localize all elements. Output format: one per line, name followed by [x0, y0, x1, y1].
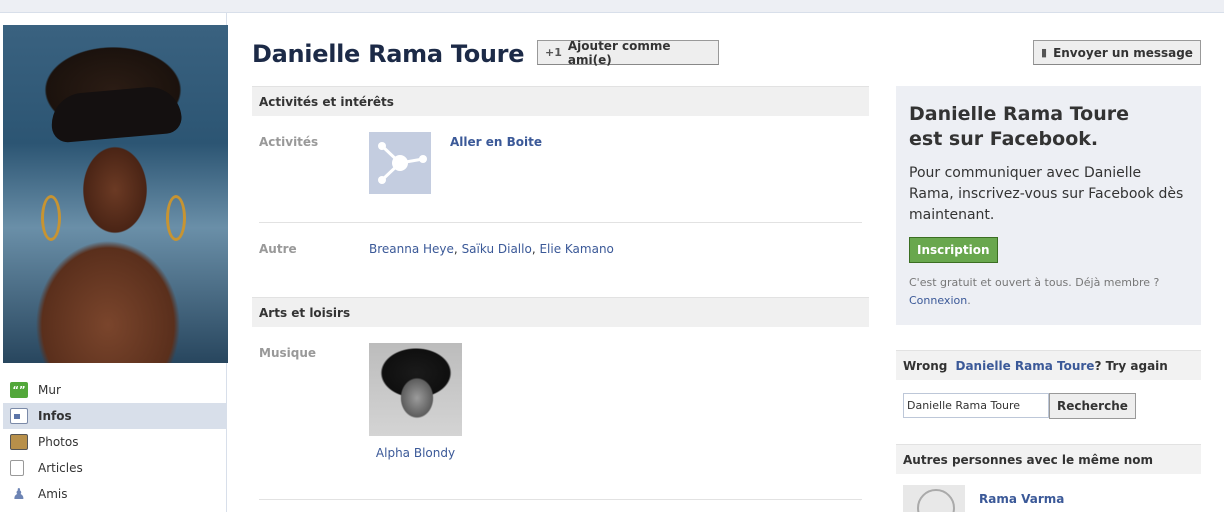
sidebar-nav: “” Mur Infos Photos Articles ♟ Amis — [3, 377, 226, 507]
signup-text: Pour communiquer avec Danielle Rama, ins… — [909, 165, 1184, 223]
speech-bubble-icon: “” — [10, 382, 28, 398]
name-search-input[interactable] — [903, 393, 1049, 418]
send-message-label: Envoyer un message — [1053, 45, 1193, 60]
other-link[interactable]: Breanna Heye — [369, 242, 454, 256]
signup-note: C'est gratuit et ouvert à tous. Déjà mem… — [909, 276, 1160, 307]
page-title: Danielle Rama Toure — [252, 40, 525, 68]
top-bar — [0, 0, 1224, 13]
sidebar-item-label: Infos — [38, 409, 72, 423]
other-link[interactable]: Elie Kamano — [539, 242, 613, 256]
activity-link[interactable]: Aller en Boite — [450, 135, 542, 149]
profile-photo[interactable] — [3, 25, 228, 363]
message-icon: ▮ — [1041, 46, 1048, 59]
wrong-person-name-link[interactable]: Danielle Rama Toure — [956, 359, 1095, 373]
login-link[interactable]: Connexion — [909, 294, 967, 307]
music-artist-photo[interactable] — [369, 343, 462, 436]
section-header-arts: Arts et loisirs — [252, 297, 869, 327]
other-label: Autre — [259, 242, 297, 256]
send-message-button[interactable]: ▮ Envoyer un message — [1033, 40, 1201, 65]
earring-left — [41, 195, 61, 241]
sidebar-item-mur[interactable]: “” Mur — [3, 377, 226, 403]
same-name-header: Autres personnes avec le même nom — [896, 444, 1201, 474]
search-button[interactable]: Recherche — [1049, 393, 1136, 419]
section-header-activities: Activités et intérêts — [252, 86, 869, 116]
sidebar-item-photos[interactable]: Photos — [3, 429, 226, 455]
divider — [259, 222, 862, 223]
sidebar-item-label: Amis — [38, 487, 68, 501]
signup-title: Danielle Rama Toure est sur Facebook. — [909, 103, 1130, 150]
sidebar-item-label: Photos — [38, 435, 79, 449]
sidebar-item-infos[interactable]: Infos — [3, 403, 226, 429]
other-link[interactable]: Saïku Diallo — [462, 242, 532, 256]
divider — [259, 499, 862, 500]
note-icon — [10, 460, 24, 476]
add-friend-label: Ajouter comme ami(e) — [567, 38, 671, 67]
music-label: Musique — [259, 346, 317, 360]
headband-shape — [49, 84, 183, 144]
signup-panel: Danielle Rama Toure est sur Facebook. Po… — [896, 86, 1201, 325]
other-person-photo[interactable] — [903, 485, 965, 512]
add-friend-icon: +1 — [545, 46, 562, 59]
sidebar-item-amis[interactable]: ♟ Amis — [3, 481, 226, 507]
sidebar-item-label: Mur — [38, 383, 61, 397]
earring-right — [166, 195, 186, 241]
activity-thumbnail[interactable] — [369, 132, 431, 194]
signup-button[interactable]: Inscription — [909, 237, 998, 263]
info-card-icon — [10, 408, 28, 424]
activities-label: Activités — [259, 135, 319, 149]
sidebar-item-articles[interactable]: Articles — [3, 455, 226, 481]
other-person-link[interactable]: Rama Varma — [979, 492, 1064, 506]
photos-icon — [10, 434, 28, 450]
friends-icon: ♟ — [12, 485, 26, 503]
add-friend-button[interactable]: +1 Ajouter comme ami(e) — [537, 38, 719, 67]
other-links: Breanna Heye, Saïku Diallo, Elie Kamano — [369, 242, 614, 256]
music-artist-link[interactable]: Alpha Blondy — [369, 446, 462, 460]
share-graph-icon — [378, 142, 427, 184]
wrong-person-header: Wrong Danielle Rama Toure? Try again — [896, 350, 1201, 380]
sidebar-item-label: Articles — [38, 461, 83, 475]
